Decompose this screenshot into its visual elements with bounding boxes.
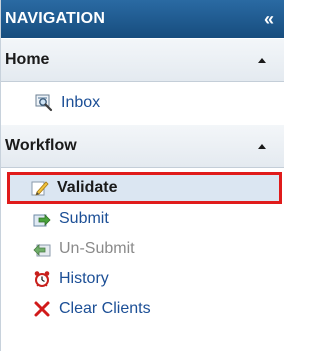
nav-item-submit[interactable]: Submit bbox=[1, 204, 284, 234]
nav-item-clear-clients[interactable]: Clear Clients bbox=[1, 294, 284, 324]
nav-item-history[interactable]: History bbox=[1, 264, 284, 294]
section-label-home: Home bbox=[5, 51, 50, 68]
validate-pencil-icon bbox=[31, 179, 49, 197]
unsubmit-arrow-icon bbox=[33, 240, 51, 258]
nav-item-label: Submit bbox=[59, 210, 109, 227]
nav-item-label: Un-Submit bbox=[59, 240, 135, 257]
navigation-header: NAVIGATION « bbox=[1, 0, 284, 38]
navigation-title: NAVIGATION bbox=[5, 10, 106, 27]
red-x-icon bbox=[33, 300, 51, 318]
collapse-caret-icon[interactable] bbox=[258, 57, 266, 63]
nav-item-unsubmit[interactable]: Un-Submit bbox=[1, 234, 284, 264]
nav-item-label: Clear Clients bbox=[59, 300, 151, 317]
section-header-workflow[interactable]: Workflow bbox=[1, 124, 284, 168]
nav-item-label: History bbox=[59, 270, 109, 287]
home-items: Inbox bbox=[1, 82, 284, 124]
section-label-workflow: Workflow bbox=[5, 137, 77, 154]
nav-item-validate[interactable]: Validate bbox=[7, 172, 282, 204]
nav-item-label: Inbox bbox=[61, 94, 101, 111]
workflow-items: Validate Submit Un-Submit History Clear … bbox=[1, 168, 284, 328]
collapse-panel-button[interactable]: « bbox=[264, 10, 274, 28]
section-header-home[interactable]: Home bbox=[1, 38, 284, 82]
navigation-panel: NAVIGATION « Home Inbox Workflow Validat… bbox=[0, 0, 284, 351]
nav-item-label: Validate bbox=[57, 179, 118, 196]
collapse-caret-icon[interactable] bbox=[258, 143, 266, 149]
nav-item-inbox[interactable]: Inbox bbox=[1, 86, 284, 120]
alarm-clock-icon bbox=[33, 270, 51, 288]
submit-arrow-icon bbox=[33, 210, 51, 228]
inbox-magnifier-icon bbox=[35, 94, 53, 112]
